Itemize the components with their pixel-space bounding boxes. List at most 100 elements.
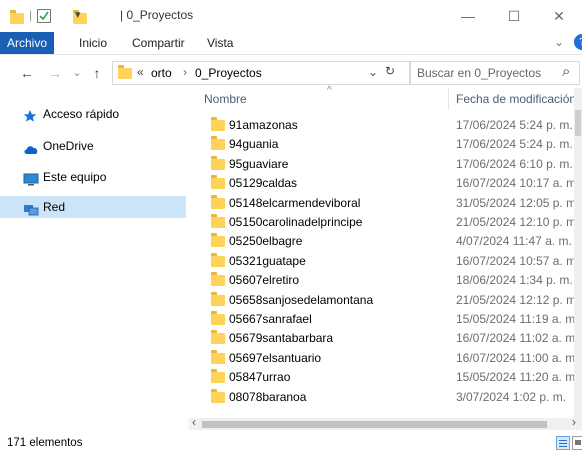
scroll-left-icon[interactable]: ‹ [192, 415, 196, 429]
vertical-scrollbar[interactable] [574, 88, 582, 418]
address-overflow[interactable]: « [137, 65, 144, 79]
breadcrumb-0-proyectos[interactable]: 0_Proyectos [195, 66, 262, 80]
navigation-bar: ← → ⌄ ↑ « orto › 0_Proyectos ⌄ ↻ Buscar … [0, 58, 582, 88]
file-name: 05658sanjosedelamontana [229, 292, 374, 307]
properties-icon[interactable] [37, 9, 51, 23]
maximize-button[interactable]: ☐ [491, 0, 537, 32]
quick-access-dropdown-icon[interactable]: ▾ [75, 8, 81, 21]
search-input[interactable]: Buscar en 0_Proyectos [417, 66, 541, 80]
status-bar: 171 elementos [0, 430, 582, 453]
table-row[interactable]: 05321guatape 16/07/2024 10:57 a. m. [189, 252, 579, 271]
modified-date: 4/07/2024 11:47 a. m. [456, 234, 572, 249]
tab-compartir[interactable]: Compartir [124, 32, 193, 54]
table-row[interactable]: 94guania 17/06/2024 5:24 p. m. [189, 135, 579, 154]
table-row[interactable]: 05697elsantuario 16/07/2024 11:00 a. m. [189, 349, 579, 368]
file-name: 08078baranoa [229, 389, 307, 404]
folder-icon [211, 272, 225, 287]
sidebar-item-label: Red [43, 200, 66, 214]
modified-date: 16/07/2024 11:00 a. m. [456, 350, 579, 365]
folder-icon [211, 117, 225, 131]
network-icon [23, 201, 39, 216]
search-box[interactable]: Buscar en 0_Proyectos ⌕ [410, 61, 580, 85]
folder-icon [211, 194, 225, 209]
table-row[interactable]: 05129caldas 16/07/2024 10:17 a. m. [189, 174, 579, 193]
file-name: 05150carolinadelprincipe [229, 215, 363, 229]
sidebar-item-onedrive[interactable]: OneDrive [0, 135, 186, 157]
table-row[interactable]: 91amazonas 17/06/2024 5:24 p. m. [189, 116, 579, 135]
column-header-name[interactable]: Nombre [204, 92, 247, 106]
file-name: 05679santabarbara [229, 331, 334, 346]
table-row[interactable]: 05667sanrafael 15/05/2024 11:19 a. m. [189, 310, 579, 329]
window-title: | 0_Proyectos [120, 8, 194, 22]
folder-icon [211, 291, 225, 306]
close-button[interactable]: ✕ [536, 0, 582, 32]
breadcrumb-orto[interactable]: orto [151, 66, 172, 80]
sidebar-item-label: Acceso rápido [43, 107, 120, 121]
expand-ribbon-icon[interactable]: ⌄ [554, 35, 564, 49]
folder-icon [211, 349, 225, 364]
column-header-date[interactable]: Fecha de modificación [456, 92, 576, 106]
help-icon[interactable]: ? [574, 34, 582, 50]
up-button[interactable]: ↑ [88, 64, 106, 82]
navigation-pane: Acceso rápido OneDrive Este equipo Red [0, 88, 186, 430]
modified-date: 16/07/2024 10:17 a. m. [456, 176, 579, 191]
folder-icon [211, 233, 225, 248]
refresh-icon[interactable]: ↻ [385, 64, 395, 78]
table-row[interactable]: 05607elretiro 18/06/2024 1:34 p. m. [189, 271, 579, 290]
sidebar-item-acceso-rapido[interactable]: Acceso rápido [0, 103, 186, 125]
table-row[interactable]: 05658sanjosedelamontana 21/05/2024 12:12 … [189, 291, 579, 310]
scroll-right-icon[interactable]: › [572, 415, 576, 429]
file-name: 94guania [229, 137, 279, 152]
horizontal-scroll-thumb[interactable] [202, 421, 547, 428]
modified-date: 17/06/2024 5:24 p. m. [456, 118, 573, 132]
sidebar-item-este-equipo[interactable]: Este equipo [0, 166, 186, 188]
sidebar-item-label: OneDrive [43, 139, 94, 153]
qa-separator: | [29, 8, 33, 22]
sidebar-item-red[interactable]: Red [0, 196, 186, 218]
file-name: 05129caldas [229, 176, 298, 191]
table-row[interactable]: 05679santabarbara 16/07/2024 11:02 a. m. [189, 329, 579, 348]
folder-icon [211, 311, 225, 325]
column-divider[interactable] [448, 88, 449, 110]
folder-icon [211, 388, 225, 403]
modified-date: 18/06/2024 1:34 p. m. [456, 273, 573, 288]
table-row[interactable]: 05847urrao 15/05/2024 11:20 a. m. [189, 368, 579, 387]
table-row[interactable]: 05150carolinadelprincipe 21/05/2024 12:10… [189, 213, 579, 232]
modified-date: 3/07/2024 1:02 p. m. [456, 389, 567, 404]
sort-indicator-icon: ^ [327, 85, 332, 96]
breadcrumb-separator: › [183, 65, 187, 79]
modified-date: 15/05/2024 11:19 a. m. [456, 312, 579, 326]
tab-vista[interactable]: Vista [199, 32, 241, 54]
table-row[interactable]: 08078baranoa 3/07/2024 1:02 p. m. [189, 388, 579, 407]
file-name: 05667sanrafael [229, 312, 312, 326]
table-row[interactable]: 05250elbagre 4/07/2024 11:47 a. m. [189, 232, 579, 251]
folder-icon [211, 369, 225, 384]
details-view-icon[interactable] [556, 436, 570, 450]
folder-icon [118, 65, 132, 79]
folder-icon [10, 10, 24, 24]
modified-date: 21/05/2024 12:12 p. m. [456, 292, 579, 307]
back-button[interactable]: ← [18, 64, 36, 82]
title-bar: | ▾ | 0_Proyectos — ☐ ✕ [0, 0, 582, 32]
tab-inicio[interactable]: Inicio [71, 32, 115, 54]
tab-archivo[interactable]: Archivo [0, 32, 55, 54]
file-name: 05607elretiro [229, 273, 300, 288]
recent-locations-icon[interactable]: ⌄ [68, 64, 86, 82]
minimize-button[interactable]: — [445, 0, 491, 32]
search-icon[interactable]: ⌕ [562, 63, 570, 80]
file-name: 05697elsantuario [229, 350, 322, 365]
file-name: 05847urrao [229, 370, 291, 385]
vertical-scroll-thumb[interactable] [575, 110, 581, 136]
file-name: 05321guatape [229, 253, 306, 268]
forward-button[interactable]: → [46, 64, 64, 82]
modified-date: 17/06/2024 5:24 p. m. [456, 137, 573, 152]
address-dropdown-icon[interactable]: ⌄ [368, 65, 378, 79]
folder-icon [211, 155, 225, 170]
table-row[interactable]: 95guaviare 17/06/2024 6:10 p. m. [189, 155, 579, 174]
large-icons-view-icon[interactable] [572, 436, 582, 450]
folder-icon [211, 214, 225, 228]
file-name: 05250elbagre [229, 234, 303, 249]
modified-date: 31/05/2024 12:05 p. m. [456, 195, 579, 210]
address-bar[interactable]: « orto › 0_Proyectos ⌄ ↻ [112, 61, 410, 85]
table-row[interactable]: 05148elcarmendeviboral 31/05/2024 12:05 p… [189, 194, 579, 213]
